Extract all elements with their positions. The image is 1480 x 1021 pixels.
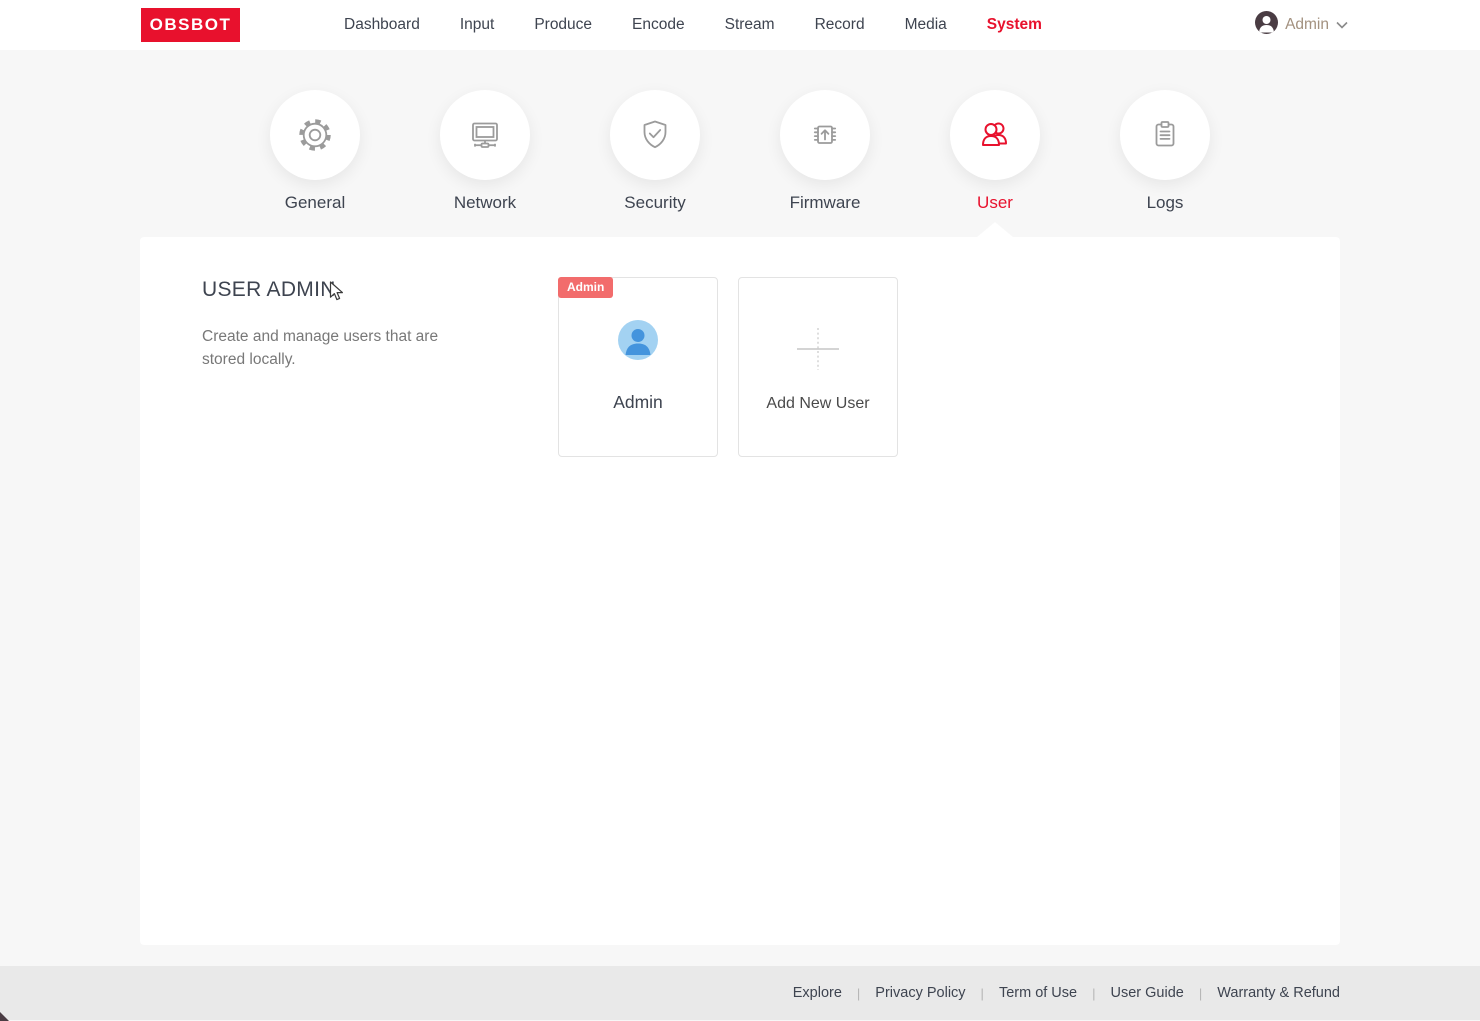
chip-upload-icon <box>780 90 870 180</box>
footer-separator: | <box>857 986 860 1001</box>
main-nav: Dashboard Input Produce Encode Stream Re… <box>344 0 1042 50</box>
user-menu[interactable]: Admin <box>1255 0 1348 50</box>
footer-link-user-guide[interactable]: User Guide <box>1111 985 1184 1001</box>
chevron-down-icon <box>1336 16 1348 34</box>
shield-check-icon <box>610 90 700 180</box>
users-icon <box>950 90 1040 180</box>
monitor-network-icon <box>440 90 530 180</box>
tab-security-label: Security <box>610 193 700 213</box>
tab-firmware[interactable]: Firmware <box>780 90 870 213</box>
admin-role-badge: Admin <box>558 277 613 298</box>
add-new-user-button[interactable]: Add New User <box>738 277 898 457</box>
user-admin-panel: USER ADMIN Create and manage users that … <box>140 237 1340 945</box>
user-menu-name: Admin <box>1285 16 1329 34</box>
tab-logs[interactable]: Logs <box>1120 90 1210 213</box>
system-tabs: General Network Security <box>270 90 1210 213</box>
user-card-admin[interactable]: Admin Admin <box>558 277 718 457</box>
tab-general[interactable]: General <box>270 90 360 213</box>
nav-stream[interactable]: Stream <box>725 16 775 34</box>
nav-encode[interactable]: Encode <box>632 16 685 34</box>
footer-separator: | <box>1092 986 1095 1001</box>
page-description: Create and manage users that are stored … <box>202 325 452 371</box>
user-avatar-icon <box>618 320 658 365</box>
tab-general-label: General <box>270 193 360 213</box>
footer-link-term-of-use[interactable]: Term of Use <box>999 985 1077 1001</box>
plus-icon <box>794 325 842 378</box>
user-card-name: Admin <box>613 392 663 413</box>
tab-network-label: Network <box>440 193 530 213</box>
obsbot-logo[interactable]: OBSBOT <box>141 8 240 42</box>
nav-system[interactable]: System <box>987 16 1042 34</box>
tab-user-label: User <box>950 193 1040 213</box>
footer-separator: | <box>981 986 984 1001</box>
page-title: USER ADMIN <box>202 278 336 302</box>
footer-link-explore[interactable]: Explore <box>793 985 842 1001</box>
nav-input[interactable]: Input <box>460 16 494 34</box>
footer: Explore | Privacy Policy | Term of Use |… <box>0 966 1480 1020</box>
tab-network[interactable]: Network <box>440 90 530 213</box>
header-avatar-icon <box>1255 11 1278 39</box>
top-navigation-bar: OBSBOT Dashboard Input Produce Encode St… <box>0 0 1480 50</box>
nav-media[interactable]: Media <box>905 16 947 34</box>
user-cards: Admin Admin Add New U <box>558 277 898 457</box>
active-tab-pointer <box>977 222 1013 237</box>
tab-firmware-label: Firmware <box>780 193 870 213</box>
add-new-user-label: Add New User <box>766 395 869 413</box>
footer-link-privacy-policy[interactable]: Privacy Policy <box>875 985 965 1001</box>
footer-separator: | <box>1199 986 1202 1001</box>
tab-user[interactable]: User <box>950 90 1040 213</box>
clipboard-icon <box>1120 90 1210 180</box>
tab-logs-label: Logs <box>1120 193 1210 213</box>
mouse-cursor <box>329 281 344 307</box>
nav-dashboard[interactable]: Dashboard <box>344 16 420 34</box>
nav-record[interactable]: Record <box>815 16 865 34</box>
footer-link-warranty-refund[interactable]: Warranty & Refund <box>1217 985 1340 1001</box>
gear-icon <box>270 90 360 180</box>
tab-security[interactable]: Security <box>610 90 700 213</box>
nav-produce[interactable]: Produce <box>534 16 592 34</box>
